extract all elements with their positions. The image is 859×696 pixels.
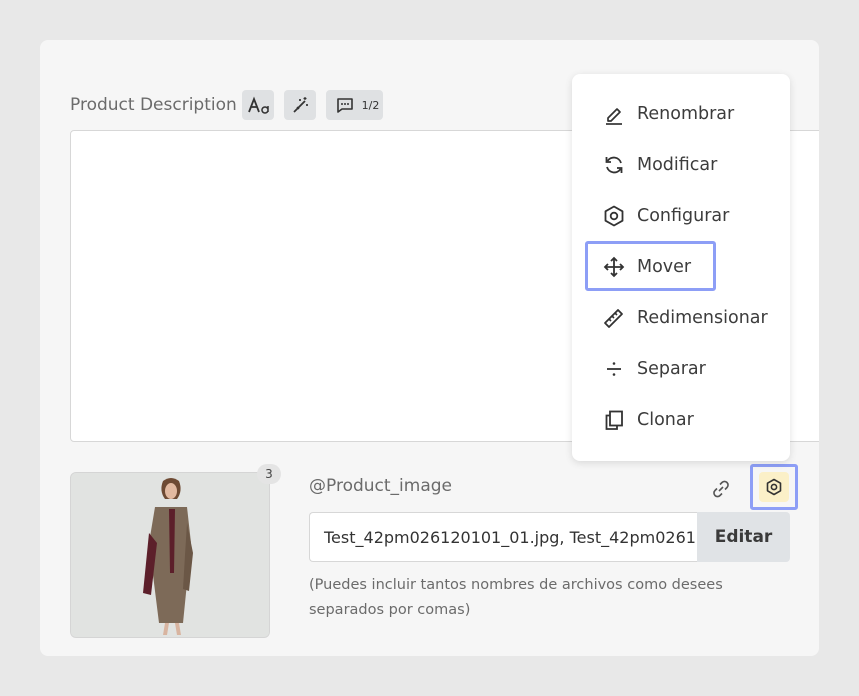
image-field-label: @Product_image (309, 476, 452, 496)
menu-item-rename[interactable]: Renombrar (572, 96, 790, 132)
menu-item-clone[interactable]: Clonar (572, 402, 790, 438)
font-format-button[interactable] (242, 90, 274, 120)
comment-icon (336, 97, 353, 113)
pencil-icon (606, 108, 622, 125)
hexagon-settings-icon (604, 205, 624, 227)
menu-item-configure[interactable]: Configurar (572, 198, 790, 234)
product-photo (71, 473, 269, 637)
edit-button[interactable]: Editar (697, 512, 790, 562)
product-thumbnail[interactable] (70, 472, 270, 638)
divide-icon (607, 362, 621, 376)
menu-item-resize[interactable]: Redimensionar (572, 300, 790, 336)
font-icon (248, 96, 269, 114)
link-icon (713, 480, 729, 498)
menu-item-split[interactable]: Separar (572, 351, 790, 387)
filenames-input[interactable]: Test_42pm026120101_01.jpg, Test_42pm0261 (309, 512, 699, 562)
magic-wand-icon (293, 97, 308, 113)
menu-item-modify[interactable]: Modificar (572, 147, 790, 183)
comments-button[interactable]: 1/2 (326, 90, 383, 120)
image-count-badge: 3 (257, 464, 281, 484)
context-menu: Renombrar Modificar Configurar Mover Red… (572, 74, 790, 461)
menu-item-move[interactable]: Mover (572, 249, 790, 285)
move-arrows-icon (603, 256, 625, 278)
comment-counter: 1/2 (361, 98, 380, 112)
copy-icon (605, 410, 623, 430)
link-button[interactable] (708, 476, 734, 502)
magic-wand-button[interactable] (284, 90, 316, 120)
hexagon-settings-icon (766, 478, 782, 496)
refresh-icon (605, 156, 623, 174)
ruler-icon (604, 309, 623, 328)
filenames-hint: (Puedes incluir tantos nombres de archiv… (309, 577, 723, 618)
product-description-label: Product Description (70, 95, 237, 115)
field-settings-button[interactable] (750, 464, 798, 510)
